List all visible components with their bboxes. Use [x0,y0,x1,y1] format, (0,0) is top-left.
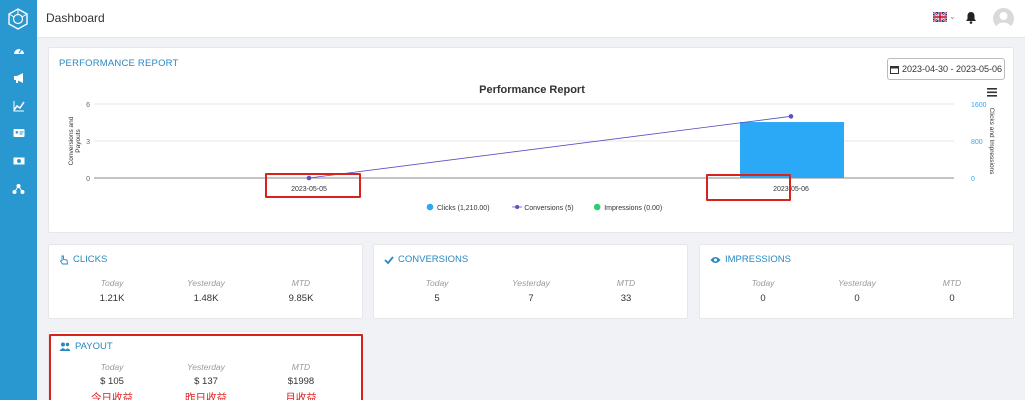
right-tick-label: 800 [971,139,983,146]
nav-reports[interactable] [0,95,37,117]
impressions-yesterday-value: 0 [854,293,860,304]
megaphone-icon [13,73,23,83]
eye-icon [710,256,721,263]
id-card-icon [13,129,24,137]
label-mtd: MTD [291,278,311,288]
nav-profile[interactable] [0,122,37,144]
svg-text:Conversions (5): Conversions (5) [524,205,573,212]
impressions-card: IMPRESSIONS Today Yesterday MTD 0 0 0 [699,244,1014,319]
pointer-hand-icon [59,255,69,264]
conversions-today-value: 5 [434,293,440,304]
page-title: Dashboard [46,11,105,25]
label-yesterday: Yesterday [512,278,550,288]
y-axis-label-right: Clicks and Impressions [988,108,995,176]
nav-network[interactable] [0,178,37,200]
chart-line [308,115,792,179]
svg-text:Impressions (0.00): Impressions (0.00) [604,205,662,212]
uk-flag-icon[interactable] [933,12,947,22]
conversions-card: CONVERSIONS Today Yesterday MTD 5 7 33 [373,244,688,319]
nav-campaigns[interactable] [0,67,37,89]
right-tick-label: 1600 [971,102,987,109]
clicks-today-value: 1.21K [99,293,125,304]
y-axis-label-left: Payouts [75,129,82,153]
legend-item[interactable]: Impressions (0.00) [593,203,662,212]
legend-item[interactable]: Clicks (1,210.00) [426,203,490,212]
logo-icon[interactable] [7,8,29,30]
conversions-yesterday-value: 7 [528,293,534,304]
nav-payments[interactable] [0,150,37,172]
chart-title: Performance Report [479,84,585,96]
y-axis-label-left: Conversions and [68,116,75,165]
user-icon [996,12,1011,29]
conversions-mtd-value: 33 [620,293,632,304]
checkmark-icon [384,255,394,264]
left-tick-label: 0 [86,176,90,183]
line-chart-icon [12,101,25,112]
legend-item[interactable]: Conversions (5) [512,205,574,212]
highlight-box-date-1 [265,173,361,198]
clicks-yesterday-value: 1.48K [193,293,219,304]
impressions-today-value: 0 [760,293,766,304]
impressions-mtd-value: 0 [949,293,955,304]
label-mtd: MTD [616,278,636,288]
sidebar [0,0,37,400]
conversions-title: CONVERSIONS [384,254,468,265]
right-tick-label: 0 [971,176,975,183]
money-icon [13,157,24,165]
highlight-box-date-2 [706,174,791,201]
top-bar: Dashboard ⌄ [37,0,1025,38]
label-yesterday: Yesterday [838,278,876,288]
left-tick-label: 6 [86,102,90,109]
clicks-card: CLICKS Today Yesterday MTD 1.21K 1.48K 9… [48,244,363,319]
svg-text:Clicks (1,210.00): Clicks (1,210.00) [437,205,490,212]
chart-menu-icon[interactable] [987,88,997,97]
performance-chart: Performance Report 6 3 0 1600 800 0 Conversions… [68,84,997,212]
bell-icon[interactable] [965,11,977,24]
nav-dashboard[interactable] [0,40,37,62]
chart-point [788,114,794,119]
left-tick-label: 3 [86,139,90,146]
highlight-box-payout [49,334,363,400]
label-yesterday: Yesterday [187,278,225,288]
impressions-title: IMPRESSIONS [710,254,791,265]
dashboard-gauge-icon [13,49,24,54]
label-today: Today [425,278,449,288]
label-today: Today [100,278,124,288]
avatar[interactable] [993,8,1014,29]
performance-report-card: PERFORMANCE REPORT 2023-04-30 - 2023-05-… [48,47,1014,233]
network-icon [12,184,25,194]
label-today: Today [751,278,775,288]
chevron-down-icon[interactable]: ⌄ [949,12,956,21]
clicks-title: CLICKS [59,254,107,265]
label-mtd: MTD [942,278,962,288]
clicks-mtd-value: 9.85K [288,293,314,304]
chart-bar [740,122,844,178]
